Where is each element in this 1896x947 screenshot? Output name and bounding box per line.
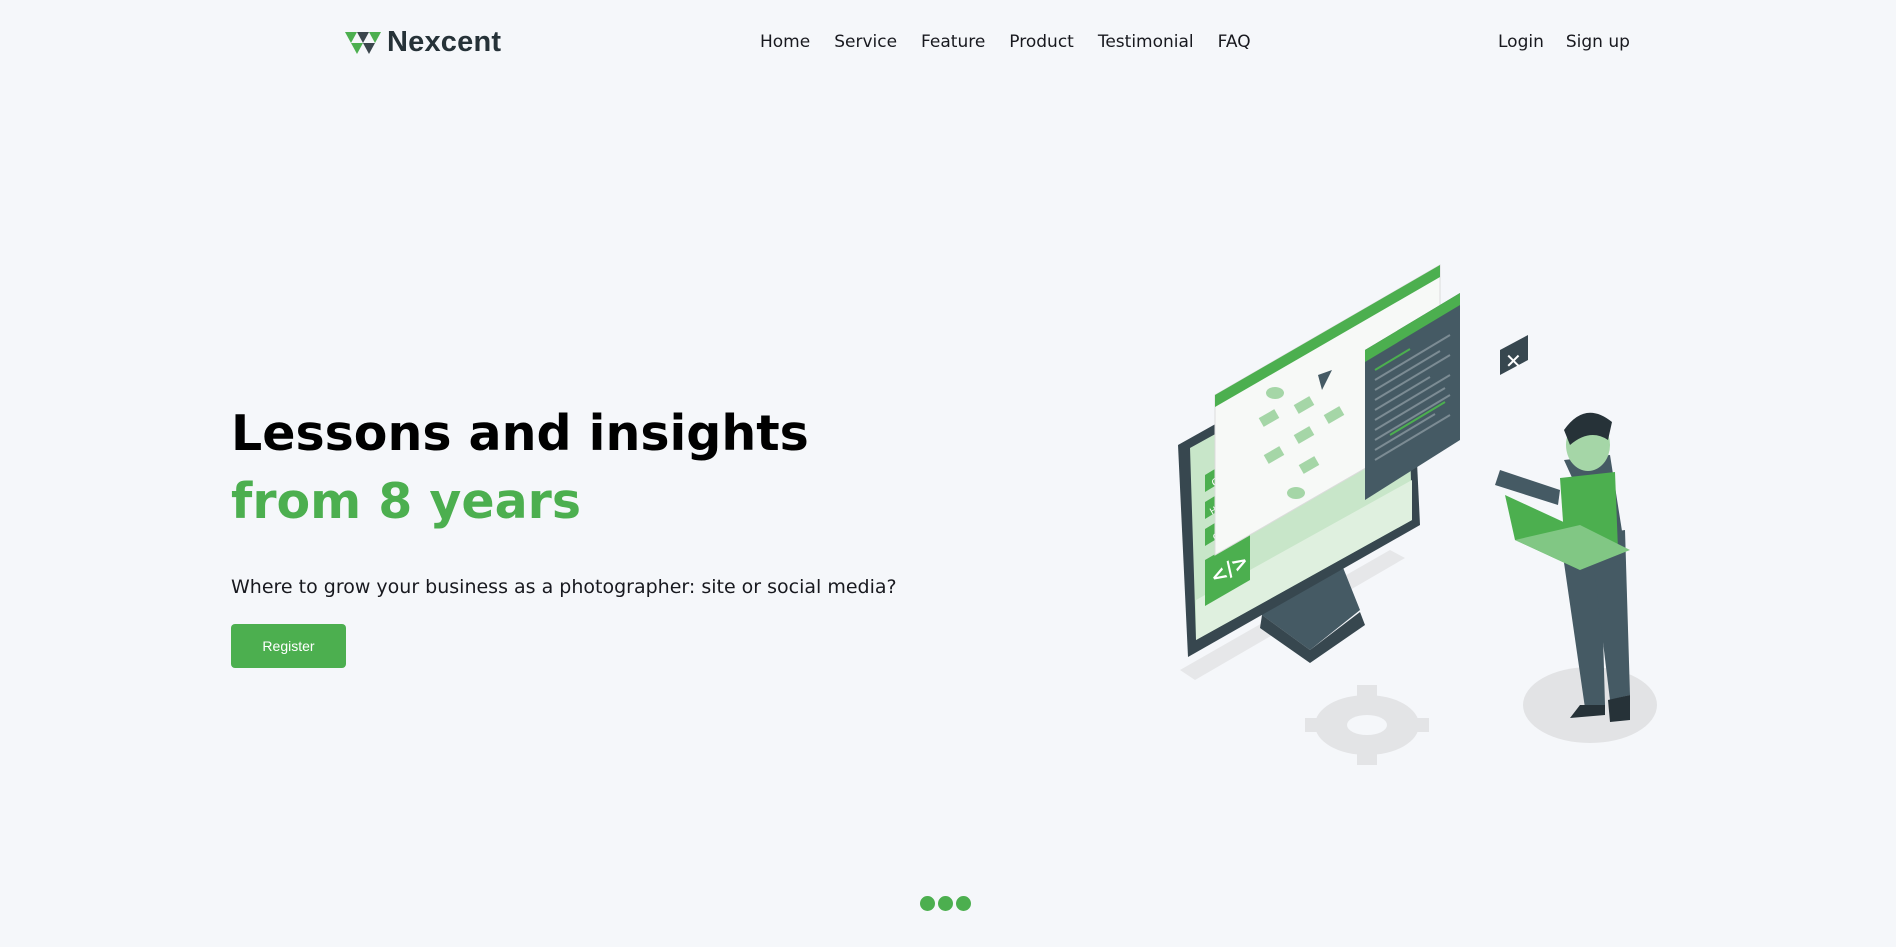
carousel-dot-3[interactable] — [956, 896, 971, 911]
nav-home[interactable]: Home — [760, 32, 810, 52]
signup-link[interactable]: Sign up — [1566, 32, 1630, 52]
login-link[interactable]: Login — [1498, 32, 1544, 52]
auth-links: Login Sign up — [1498, 32, 1630, 52]
nav-testimonial[interactable]: Testimonial — [1098, 32, 1194, 52]
developer-at-monitor-illustration: CSS HTML C++ </> ✕ — [1178, 264, 1657, 765]
site-header: Nexcent Home Service Feature Product Tes… — [0, 0, 1896, 84]
nav-product[interactable]: Product — [1009, 32, 1074, 52]
nav-feature[interactable]: Feature — [921, 32, 985, 52]
hero-text: Lessons and insights from 8 years Where … — [231, 400, 931, 598]
brand-name: Nexcent — [387, 26, 502, 58]
carousel-dot-1[interactable] — [920, 896, 935, 911]
nav-service[interactable]: Service — [834, 32, 897, 52]
hero-title: Lessons and insights from 8 years — [231, 400, 931, 536]
svg-text:✕: ✕ — [1505, 349, 1522, 373]
hero-subtitle: Where to grow your business as a photogr… — [231, 576, 897, 598]
brand-logo[interactable]: Nexcent — [345, 26, 501, 59]
triangles-logo-icon — [345, 31, 381, 54]
carousel-dot-2[interactable] — [938, 896, 953, 911]
main-nav: Home Service Feature Product Testimonial… — [760, 32, 1251, 52]
carousel-dots — [920, 896, 971, 911]
hero-title-line1: Lessons and insights — [231, 405, 809, 462]
hero-title-line2: from 8 years — [231, 473, 581, 530]
nav-faq[interactable]: FAQ — [1218, 32, 1251, 52]
register-button[interactable]: Register — [231, 624, 346, 668]
